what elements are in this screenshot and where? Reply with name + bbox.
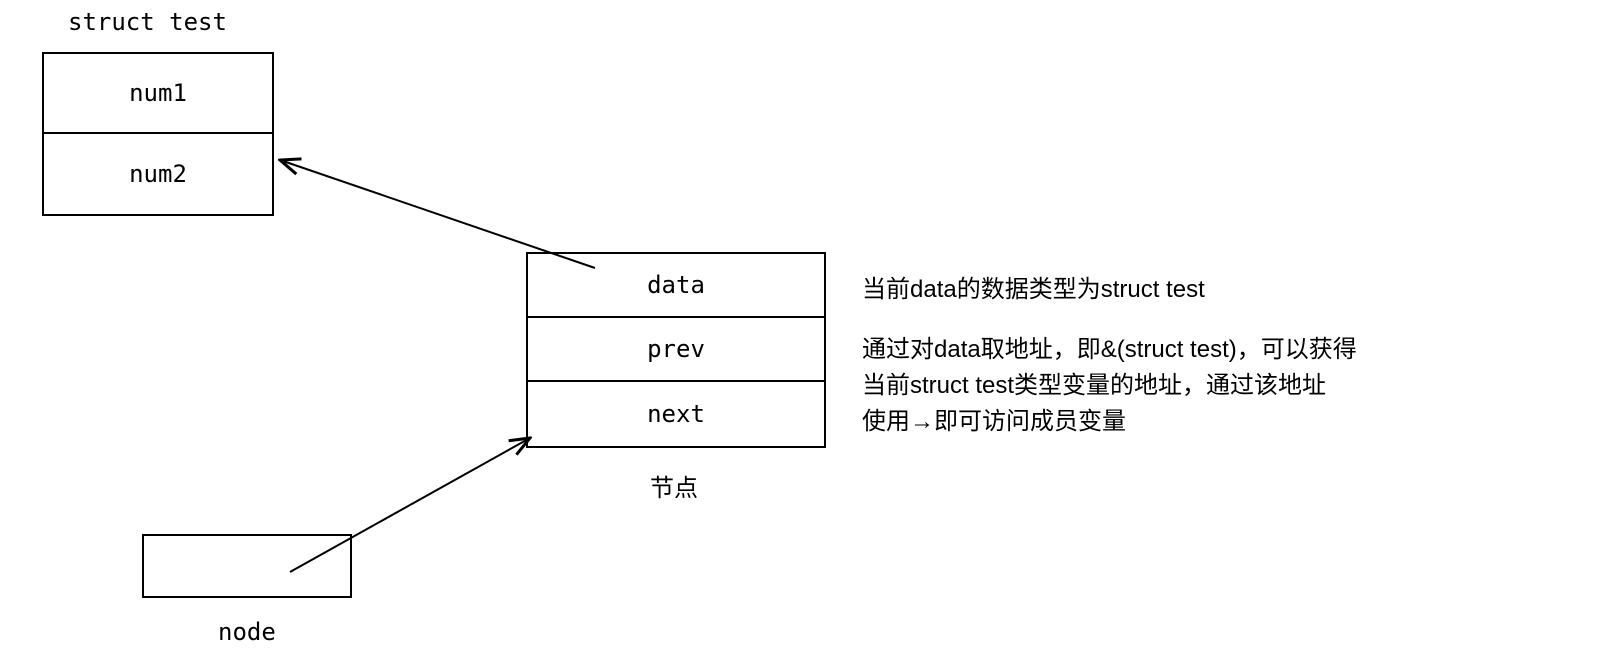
explanation-line-4: 使用→即可访问成员变量 bbox=[862, 404, 1126, 440]
node-struct-field-next: next bbox=[528, 382, 824, 446]
struct-test-field-num2: num2 bbox=[44, 134, 272, 214]
explanation-line-2: 通过对data取地址，即&(struct test)，可以获得 bbox=[862, 332, 1357, 368]
node-box bbox=[142, 534, 352, 598]
explanation-line-1: 当前data的数据类型为struct test bbox=[862, 272, 1205, 308]
node-struct-caption: 节点 bbox=[650, 468, 698, 503]
struct-test-box: num1 num2 bbox=[42, 52, 274, 216]
node-label: node bbox=[218, 618, 276, 646]
node-struct-field-prev: prev bbox=[528, 318, 824, 382]
struct-test-field-num1: num1 bbox=[44, 54, 272, 134]
struct-test-title: struct test bbox=[68, 8, 227, 36]
node-struct-field-data: data bbox=[528, 254, 824, 318]
node-struct-box: data prev next bbox=[526, 252, 826, 448]
explanation-line-3: 当前struct test类型变量的地址，通过该地址 bbox=[862, 368, 1326, 404]
